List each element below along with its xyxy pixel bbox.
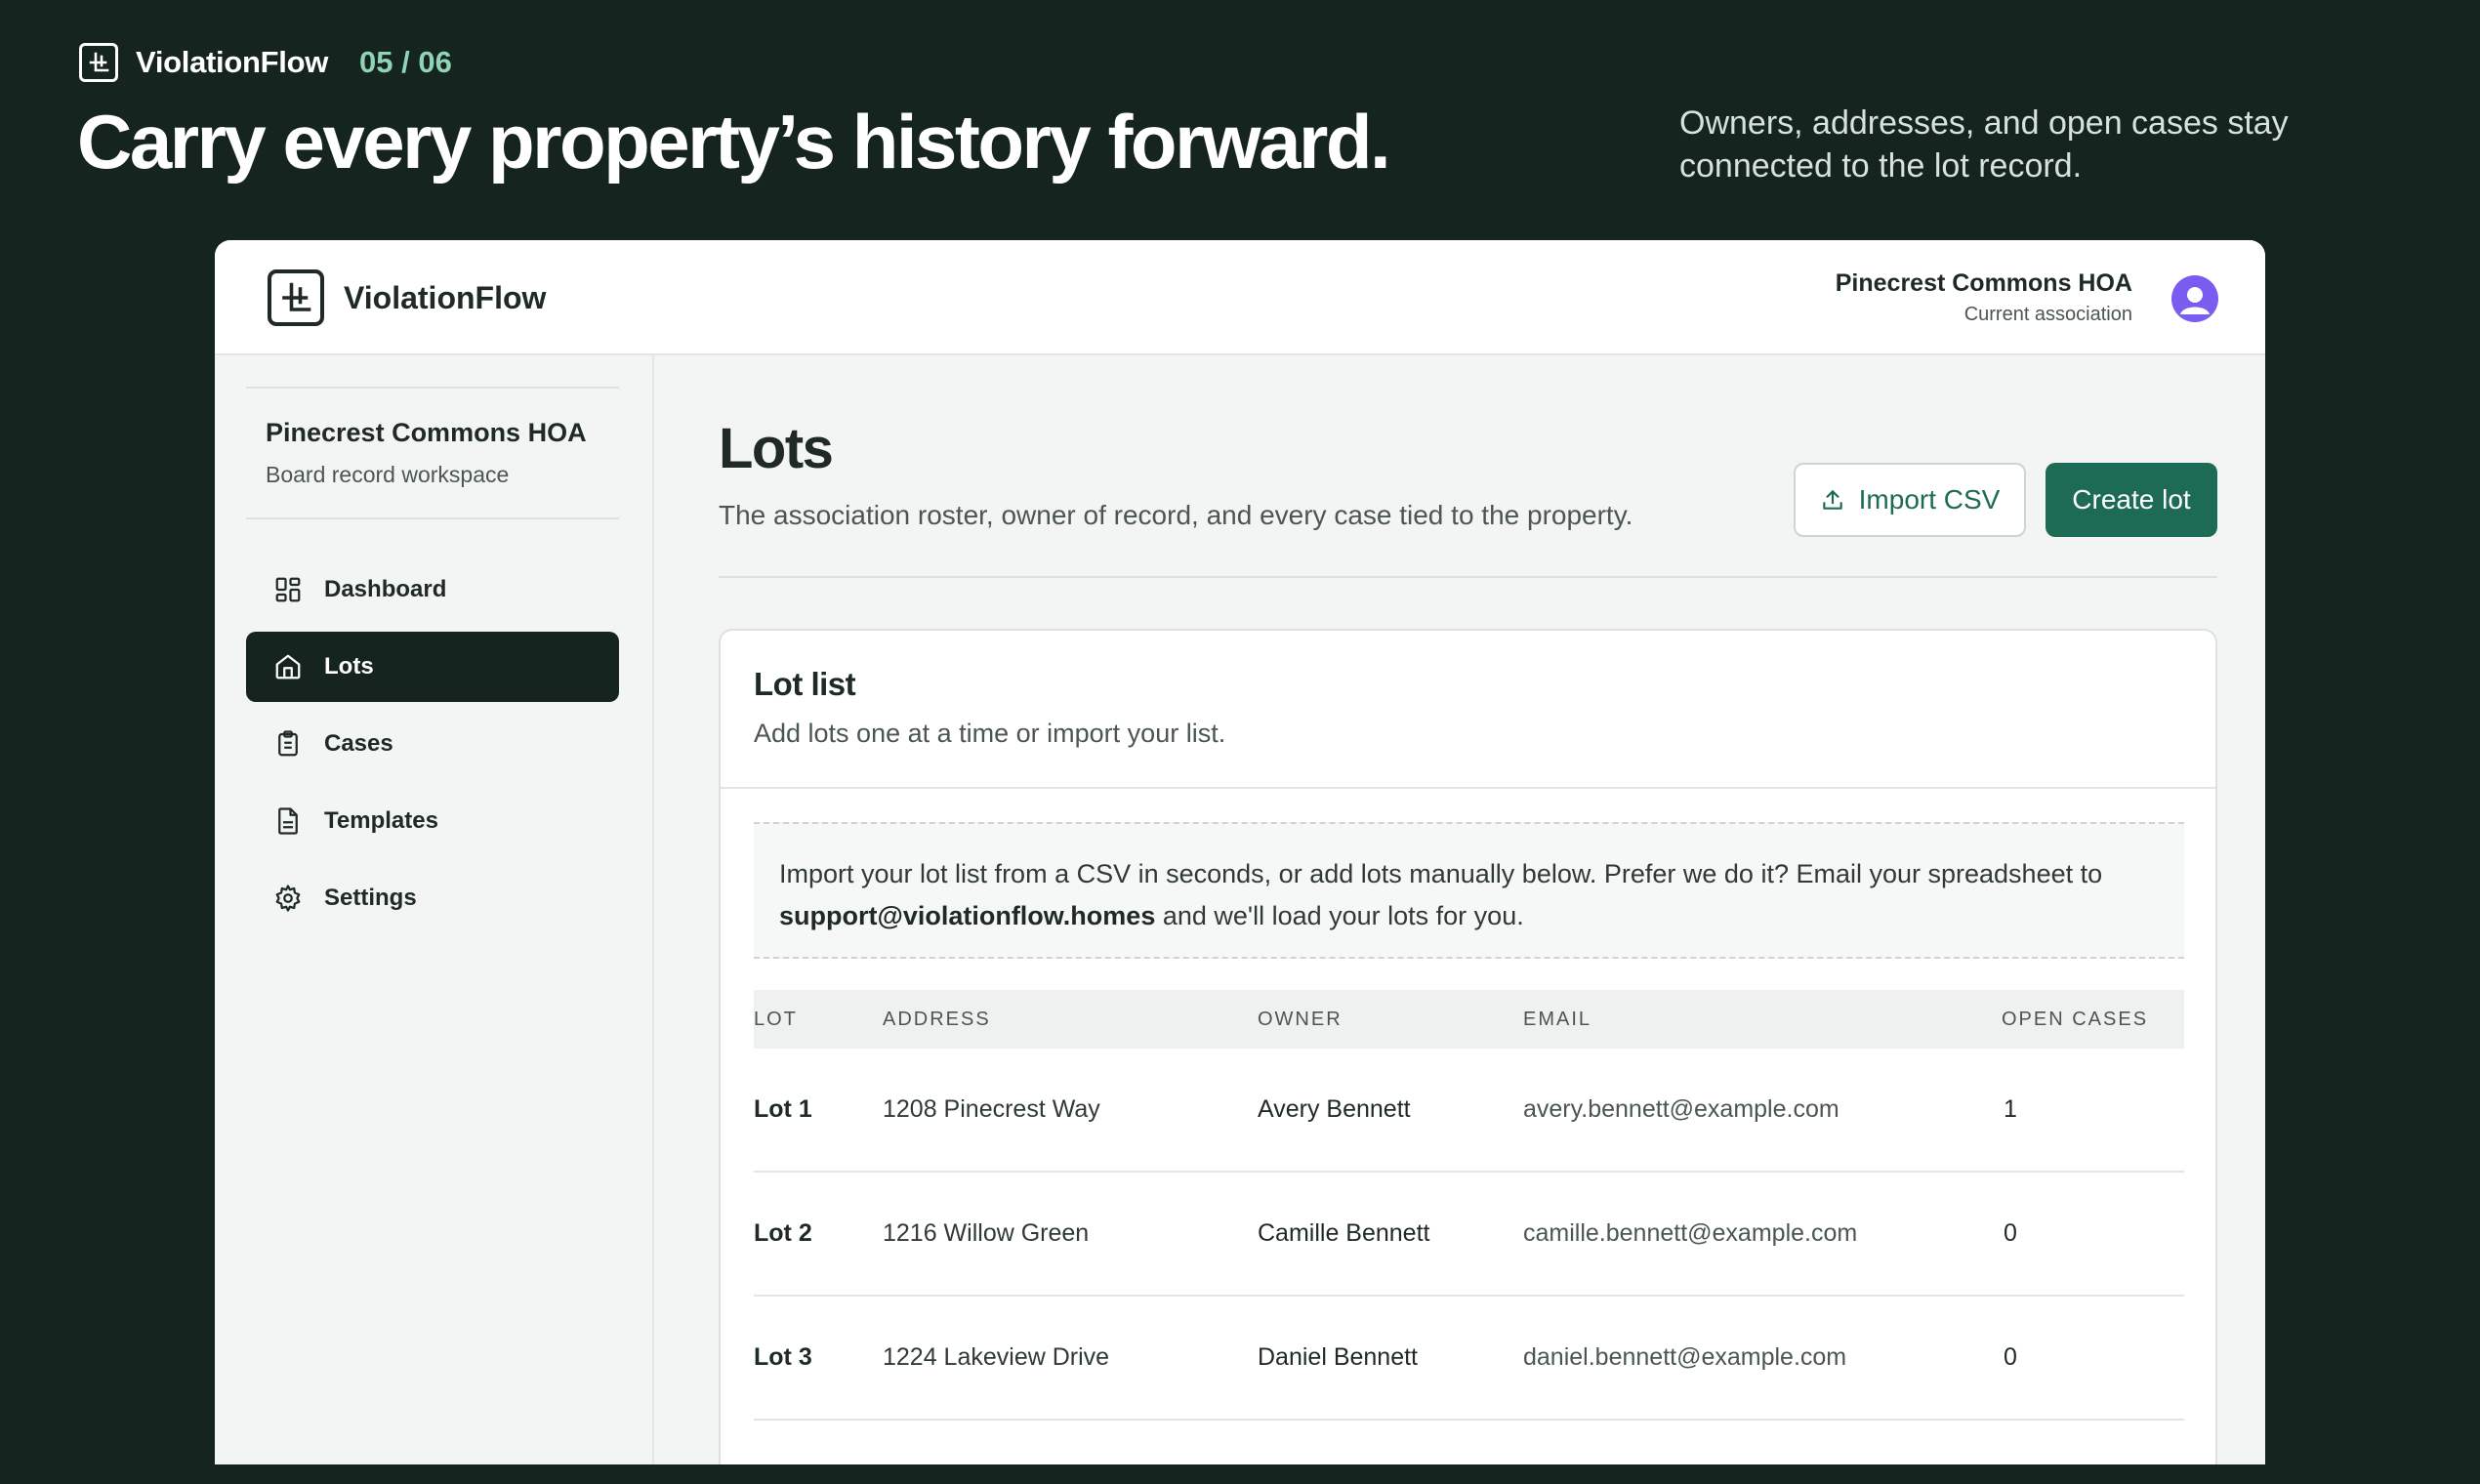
sidebar-nav: Dashboard Lots Cases Templates Settings [246,555,619,940]
cell-lot: Lot 2 [754,1219,812,1247]
gear-icon [275,885,301,912]
sidebar-item-settings[interactable]: Settings [246,863,619,933]
card-title: Lot list [754,666,856,702]
sidebar-item-dashboard[interactable]: Dashboard [246,555,619,625]
table-row[interactable]: Lot 3 1224 Lakeview Drive Daniel Bennett… [754,1297,2184,1421]
sidebar-item-label: Templates [324,807,438,834]
cell-open-cases: 1 [2004,1095,2017,1123]
dashboard-icon [275,577,301,602]
column-header-lot[interactable]: LOT [754,1009,883,1031]
create-lot-button[interactable]: Create lot [2046,463,2217,537]
app-window: ViolationFlow Pinecrest Commons HOA Curr… [215,240,2265,1464]
cell-open-cases: 0 [2004,1219,2017,1247]
import-csv-button[interactable]: Import CSV [1794,463,2026,537]
sidebar-item-label: Settings [324,885,417,911]
cell-address: 1208 Pinecrest Way [883,1095,1100,1123]
user-avatar[interactable] [2171,275,2218,322]
table-row[interactable]: Lot 1 1208 Pinecrest Way Avery Bennett a… [754,1049,2184,1173]
card-header: Lot list Add lots one at a time or impor… [721,631,2215,789]
cell-lot: Lot 1 [754,1095,812,1123]
page-subtitle: The association roster, owner of record,… [719,500,1633,530]
home-icon [275,654,301,680]
lot-list-card: Lot list Add lots one at a time or impor… [719,629,2217,1464]
lots-table: LOT ADDRESS OWNER EMAIL OPEN CASES Lot 1… [754,990,2184,1421]
page-title: Lots [719,417,834,480]
hero-brand: ViolationFlow 05 / 06 [79,43,452,82]
support-email-link[interactable]: support@violationflow.homes [779,901,1155,930]
sidebar: Pinecrest Commons HOA Board record works… [215,355,654,1464]
column-header-owner[interactable]: OWNER [1258,1009,1523,1031]
cell-owner: Camille Bennett [1258,1219,1430,1247]
logo-icon [79,43,118,82]
column-header-address[interactable]: ADDRESS [883,1009,1258,1031]
sidebar-item-lots[interactable]: Lots [246,632,619,702]
sidebar-item-label: Cases [324,730,393,757]
app-topbar: ViolationFlow Pinecrest Commons HOA Curr… [215,240,2265,355]
card-subtitle: Add lots one at a time or import your li… [754,719,1226,748]
user-icon [2180,287,2210,314]
association-role: Current association [1963,304,2132,325]
cell-open-cases: 0 [2004,1343,2017,1371]
cell-owner: Daniel Bennett [1258,1343,1419,1371]
notice-text-end: and we'll load your lots for you. [1162,901,1524,930]
workspace-name: Pinecrest Commons HOA [266,418,587,447]
document-icon [278,807,298,835]
import-notice: Import your lot list from a CSV in secon… [754,822,2184,959]
cell-address: 1224 Lakeview Drive [883,1343,1110,1371]
workspace-subtitle: Board record workspace [266,462,510,487]
association-switcher[interactable]: Pinecrest Commons HOA Current associatio… [1836,269,2132,326]
header-divider [719,576,2217,578]
cell-email: avery.bennett@example.com [1523,1095,1839,1123]
sidebar-item-templates[interactable]: Templates [246,786,619,856]
cell-owner: Avery Bennett [1258,1095,1411,1123]
association-name: Pinecrest Commons HOA [1835,269,2132,297]
cell-email: camille.bennett@example.com [1523,1219,1858,1247]
column-header-email[interactable]: EMAIL [1523,1009,2002,1031]
step-indicator: 05 / 06 [359,45,452,79]
app-brand-name: ViolationFlow [344,279,547,315]
hero-subtitle: Owners, addresses, and open cases stay c… [1679,104,2289,185]
table-row[interactable]: Lot 2 1216 Willow Green Camille Bennett … [754,1173,2184,1297]
sidebar-item-label: Lots [324,653,374,680]
hero-brand-name: ViolationFlow [136,45,329,79]
hero-title: Carry every property’s history forward. [77,99,1391,185]
table-header: LOT ADDRESS OWNER EMAIL OPEN CASES [754,990,2184,1049]
column-header-open-cases[interactable]: OPEN CASES [2002,1009,2184,1031]
main-content: Lots The association roster, owner of re… [654,355,2265,1464]
clipboard-icon [278,730,298,757]
sidebar-item-label: Dashboard [324,576,447,602]
logo-icon [268,269,324,326]
upload-icon [1822,490,1842,510]
notice-text: Import your lot list from a CSV in secon… [779,859,2103,888]
cell-address: 1216 Willow Green [883,1219,1090,1247]
import-csv-label: Import CSV [1858,484,2001,515]
cell-lot: Lot 3 [754,1343,812,1371]
sidebar-item-cases[interactable]: Cases [246,709,619,779]
workspace-info: Pinecrest Commons HOA Board record works… [246,387,619,519]
app-brand[interactable]: ViolationFlow [268,269,546,326]
cell-email: daniel.bennett@example.com [1523,1343,1847,1371]
